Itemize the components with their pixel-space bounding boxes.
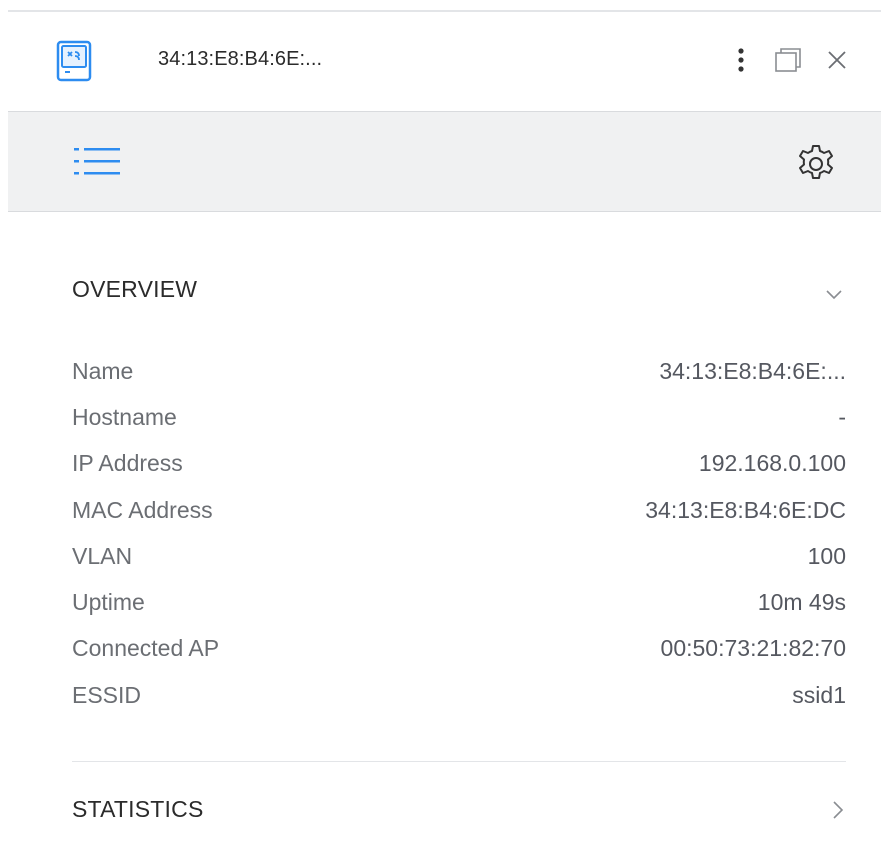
- detail-value: 34:13:E8:B4:6E:DC: [645, 496, 846, 523]
- detail-label: MAC Address: [72, 496, 213, 523]
- detail-value: 34:13:E8:B4:6E:...: [659, 357, 846, 384]
- panel-header: 34:13:E8:B4:6E:...: [8, 12, 881, 112]
- detail-label: ESSID: [72, 681, 142, 708]
- detail-row-vlan: VLAN 100: [72, 533, 846, 579]
- chevron-down-icon[interactable]: [822, 282, 846, 306]
- chevron-right-icon[interactable]: [826, 798, 850, 822]
- restore-window-icon[interactable]: [772, 42, 802, 78]
- detail-value: 100: [807, 542, 846, 569]
- detail-row-hostname: Hostname -: [72, 394, 846, 440]
- section-divider: [72, 761, 846, 762]
- more-options-icon[interactable]: [726, 42, 756, 78]
- wireless-client-icon: [56, 40, 92, 82]
- panel-toolbar: [8, 112, 881, 212]
- detail-value: 10m 49s: [757, 589, 846, 616]
- statistics-title: STATISTICS: [72, 796, 204, 822]
- overview-title: OVERVIEW: [72, 276, 198, 302]
- detail-value: ssid1: [792, 681, 846, 708]
- detail-row-name: Name 34:13:E8:B4:6E:...: [72, 348, 846, 394]
- detail-value: 192.168.0.100: [698, 450, 846, 477]
- gear-icon[interactable]: [794, 142, 838, 186]
- detail-value: 00:50:73:21:82:70: [660, 635, 846, 662]
- detail-label: Name: [72, 357, 134, 384]
- detail-row-uptime: Uptime 10m 49s: [72, 579, 846, 625]
- detail-label: Connected AP: [72, 635, 220, 662]
- detail-row-connected-ap: Connected AP 00:50:73:21:82:70: [72, 626, 846, 672]
- detail-label: Hostname: [72, 403, 177, 430]
- client-detail-panel: 34:13:E8:B4:6E:... OVERVIEW Name 34:13:E…: [0, 0, 881, 858]
- detail-label: IP Address: [72, 450, 183, 477]
- detail-label: VLAN: [72, 542, 133, 569]
- close-icon[interactable]: [822, 42, 852, 78]
- list-view-icon[interactable]: [70, 140, 126, 184]
- device-name: 34:13:E8:B4:6E:...: [158, 48, 323, 70]
- detail-label: Uptime: [72, 589, 145, 616]
- detail-row-ip-address: IP Address 192.168.0.100: [72, 441, 846, 487]
- detail-row-mac-address: MAC Address 34:13:E8:B4:6E:DC: [72, 487, 846, 533]
- overview-details: Name 34:13:E8:B4:6E:... Hostname - IP Ad…: [72, 348, 846, 718]
- detail-row-essid: ESSID ssid1: [72, 672, 846, 718]
- detail-value: -: [838, 403, 846, 430]
